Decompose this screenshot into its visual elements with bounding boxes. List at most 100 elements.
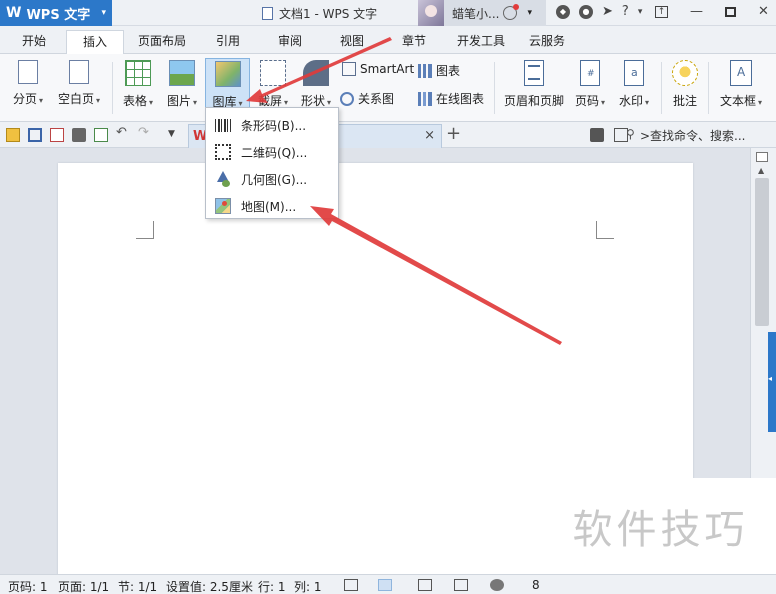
gallery-icon bbox=[214, 61, 241, 87]
menu-item-geometry[interactable]: 几何图(G)... bbox=[207, 166, 337, 192]
status-setting: 设置值: 2.5厘米 bbox=[166, 580, 253, 594]
watermark-button[interactable]: 水印▾ bbox=[614, 58, 654, 118]
header-footer-label: 页眉和页脚 bbox=[503, 94, 564, 108]
status-bar: 页码: 1 页面: 1/1 节: 1/1 设置值: 2.5厘米 行: 1 列: … bbox=[0, 574, 776, 594]
tab-review[interactable]: 审阅 bbox=[270, 30, 310, 54]
open-folder-icon[interactable] bbox=[6, 128, 20, 142]
save-icon[interactable] bbox=[28, 128, 42, 142]
export-pdf-icon[interactable] bbox=[50, 128, 64, 142]
divider bbox=[661, 62, 662, 114]
watermark-text: 软件技巧 bbox=[545, 478, 776, 574]
menu-item-map[interactable]: 地图(M)... bbox=[207, 193, 337, 219]
smartart-label: SmartArt bbox=[360, 62, 415, 76]
print-preview-icon[interactable] bbox=[94, 128, 108, 142]
search-command-input[interactable]: >查找命令、搜索... bbox=[640, 127, 746, 144]
minimize-icon[interactable]: — bbox=[690, 4, 703, 19]
menu-item-label: 条形码(B)... bbox=[241, 118, 307, 133]
margin-corner-mark bbox=[136, 221, 154, 239]
divider bbox=[708, 62, 709, 114]
wps-logo-icon: W bbox=[6, 5, 22, 21]
page-break-button[interactable]: 分页 ▾ bbox=[6, 58, 50, 118]
qrcode-icon bbox=[215, 144, 231, 160]
quick-access-toolbar: ↶ ↷ ▼ W × + ⚲ >查找命令、搜索... bbox=[0, 122, 776, 148]
undo-icon[interactable]: ↶ bbox=[116, 125, 130, 140]
chevron-down-icon[interactable]: ▾ bbox=[527, 8, 532, 18]
sync-icon[interactable]: ➤ bbox=[602, 4, 613, 19]
reading-view-icon[interactable] bbox=[454, 579, 468, 591]
menu-item-barcode[interactable]: 条形码(B)... bbox=[207, 112, 337, 138]
user-name: 蜡笔小... bbox=[452, 6, 500, 21]
tab-cloud[interactable]: 云服务 bbox=[524, 30, 570, 54]
side-panel-toggle[interactable] bbox=[768, 332, 776, 432]
avatar[interactable] bbox=[418, 0, 444, 26]
outline-view-icon[interactable] bbox=[418, 579, 432, 591]
tab-references[interactable]: 引用 bbox=[208, 30, 248, 54]
chart-label: 图表 bbox=[436, 64, 461, 78]
table-label: 表格 bbox=[122, 94, 147, 108]
redo-icon[interactable]: ↷ bbox=[138, 125, 152, 140]
smartart-button[interactable]: SmartArt bbox=[342, 62, 414, 76]
full-screen-icon[interactable] bbox=[344, 579, 358, 591]
maximize-icon[interactable] bbox=[725, 6, 736, 17]
blank-page-icon bbox=[69, 60, 89, 84]
chevron-down-icon[interactable]: ▾ bbox=[638, 7, 643, 17]
textbox-button[interactable]: 文本框▾ bbox=[713, 58, 769, 118]
tab-developer[interactable]: 开发工具 bbox=[450, 30, 512, 54]
help-icon[interactable]: ? bbox=[622, 4, 629, 19]
margin-corner-mark bbox=[596, 221, 614, 239]
zoom-level[interactable]: 8 bbox=[532, 578, 540, 592]
shapes-icon bbox=[303, 60, 329, 86]
table-button[interactable]: 表格 ▾ bbox=[118, 58, 158, 118]
app-name: WPS 文字 bbox=[26, 7, 91, 23]
play-icon[interactable] bbox=[590, 128, 604, 142]
app-menu-button[interactable]: W WPS 文字 ▾ bbox=[0, 0, 112, 26]
tab-insert[interactable]: 插入 bbox=[66, 30, 124, 54]
picture-button[interactable]: 图片 ▾ bbox=[162, 58, 202, 118]
relation-diagram-button[interactable]: 关系图 bbox=[340, 90, 394, 107]
close-tab-icon[interactable]: × bbox=[424, 128, 435, 143]
comment-button[interactable]: 批注 bbox=[666, 58, 704, 118]
blank-page-button[interactable]: 空白页 ▾ bbox=[54, 58, 104, 118]
split-view-icon[interactable] bbox=[756, 152, 768, 162]
settings-icon[interactable]: ● bbox=[579, 4, 593, 19]
tab-home[interactable]: 开始 bbox=[10, 30, 58, 54]
watermark-icon bbox=[624, 60, 644, 86]
new-tab-icon[interactable]: + bbox=[446, 124, 461, 144]
search-icon[interactable]: ⚲ bbox=[626, 127, 635, 141]
title-bar: W WPS 文字 ▾ 文档1 - WPS 文字 蜡笔小... ▾ ◆ ● ➤ ?… bbox=[0, 0, 776, 26]
chart-button[interactable]: 图表 bbox=[418, 62, 460, 79]
user-account[interactable]: 蜡笔小... ▾ bbox=[418, 0, 546, 26]
shapes-label: 形状 bbox=[300, 94, 325, 108]
scroll-up-icon[interactable]: ▲ bbox=[758, 166, 764, 175]
status-page-number: 页码: 1 bbox=[8, 580, 48, 594]
picture-icon bbox=[169, 60, 195, 86]
watermark-label: 水印 bbox=[618, 94, 643, 108]
window-title: 文档1 - WPS 文字 bbox=[262, 5, 377, 22]
tab-view[interactable]: 视图 bbox=[332, 30, 372, 54]
notification-icon[interactable] bbox=[503, 4, 520, 20]
chevron-down-icon[interactable]: ▼ bbox=[168, 129, 182, 143]
screenshot-label: 截屏 bbox=[257, 94, 282, 108]
status-pages: 页面: 1/1 bbox=[58, 580, 110, 594]
relation-diagram-label: 关系图 bbox=[358, 92, 395, 106]
menu-item-qrcode[interactable]: 二维码(Q)... bbox=[207, 139, 337, 165]
divider bbox=[494, 62, 495, 114]
print-icon[interactable] bbox=[72, 128, 86, 142]
skin-icon[interactable]: ◆ bbox=[556, 4, 570, 19]
table-icon bbox=[125, 60, 151, 86]
eye-protection-icon[interactable] bbox=[490, 579, 504, 591]
online-chart-button[interactable]: 在线图表 bbox=[418, 90, 484, 107]
screenshot-icon bbox=[260, 60, 286, 86]
comment-icon bbox=[672, 60, 698, 86]
chevron-down-icon: ▾ bbox=[101, 8, 106, 18]
restore-window-icon[interactable]: ↑ bbox=[655, 5, 668, 18]
header-footer-button[interactable]: 页眉和页脚 bbox=[500, 58, 568, 118]
tab-section[interactable]: 章节 bbox=[394, 30, 434, 54]
page-number-button[interactable]: 页码▾ bbox=[570, 58, 610, 118]
textbox-icon bbox=[730, 60, 752, 86]
page-view-icon[interactable] bbox=[378, 579, 392, 591]
tab-page-layout[interactable]: 页面布局 bbox=[132, 30, 192, 54]
status-section: 节: 1/1 bbox=[118, 580, 158, 594]
close-window-icon[interactable]: ✕ bbox=[758, 4, 769, 19]
scrollbar-thumb[interactable] bbox=[755, 178, 769, 326]
